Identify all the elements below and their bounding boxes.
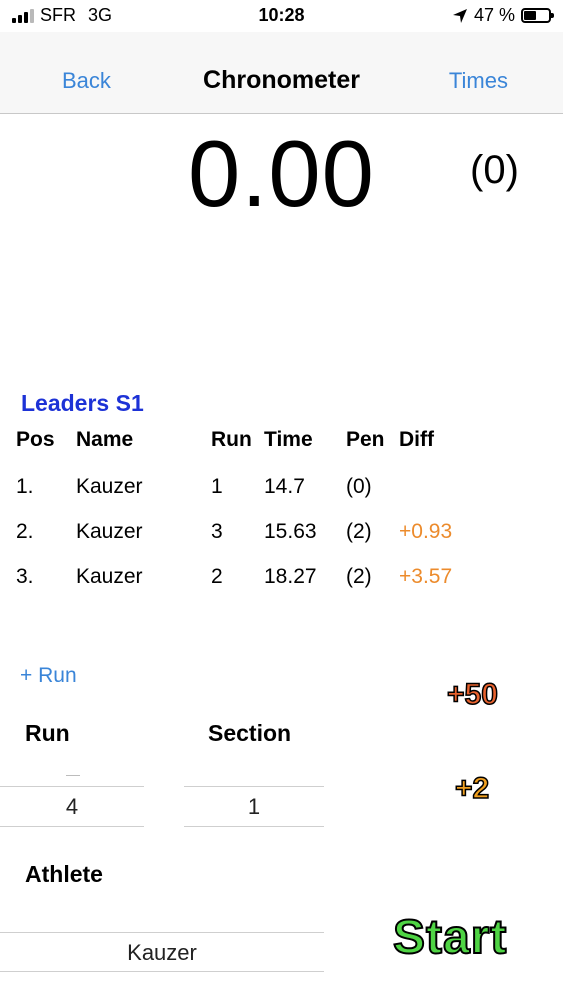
plus-2-button[interactable]: +2 — [454, 771, 490, 806]
row-1-pos: 1. — [16, 475, 34, 498]
row-3-time: 18.27 — [264, 565, 317, 588]
run-picker[interactable]: 4 — [0, 786, 144, 827]
athlete-picker[interactable]: Kauzer — [0, 932, 324, 972]
timer-penalty: (0) — [470, 148, 519, 192]
row-2-run: 3 — [211, 520, 223, 543]
plus-50-button[interactable]: +50 — [446, 677, 498, 712]
leaders-title: Leaders S1 — [21, 390, 144, 416]
run-label: Run — [25, 720, 70, 746]
run-picker-above: — — [66, 766, 80, 782]
header-pen: Pen — [346, 428, 385, 451]
status-bar: SFR 3G 10:28 47 % — [0, 0, 563, 32]
athlete-label: Athlete — [25, 861, 103, 887]
row-2-diff: +0.93 — [399, 520, 453, 543]
row-2-name: Kauzer — [76, 520, 143, 543]
navigation-bar: Back Chronometer Times — [0, 32, 563, 114]
row-2-pos: 2. — [16, 520, 34, 543]
header-pos: Pos — [16, 428, 55, 451]
row-1-name: Kauzer — [76, 475, 143, 498]
row-2-time: 15.63 — [264, 520, 317, 543]
header-name: Name — [76, 428, 134, 451]
section-label: Section — [208, 720, 292, 746]
battery-icon — [521, 8, 554, 23]
battery-fill — [524, 11, 537, 20]
add-run-button[interactable]: + Run — [20, 664, 77, 688]
row-1-time: 14.7 — [264, 475, 305, 498]
header-time: Time — [264, 428, 313, 451]
row-1-run: 1 — [211, 475, 223, 498]
location-arrow-icon — [452, 8, 467, 23]
times-button[interactable]: Times — [449, 68, 508, 94]
row-3-name: Kauzer — [76, 565, 143, 588]
timer-display: 0.00 — [188, 121, 375, 226]
row-3-pos: 3. — [16, 565, 34, 588]
header-diff: Diff — [399, 428, 434, 451]
status-right: 47 % — [452, 5, 554, 26]
header-run: Run — [211, 428, 252, 451]
battery-percent: 47 % — [473, 5, 515, 25]
start-button[interactable]: Start — [392, 910, 507, 965]
row-3-diff: +3.57 — [399, 565, 453, 588]
row-3-pen: (2) — [346, 565, 372, 588]
row-1-pen: (0) — [346, 475, 372, 498]
section-picker[interactable]: 1 — [184, 786, 324, 827]
row-2-pen: (2) — [346, 520, 372, 543]
row-3-run: 2 — [211, 565, 223, 588]
